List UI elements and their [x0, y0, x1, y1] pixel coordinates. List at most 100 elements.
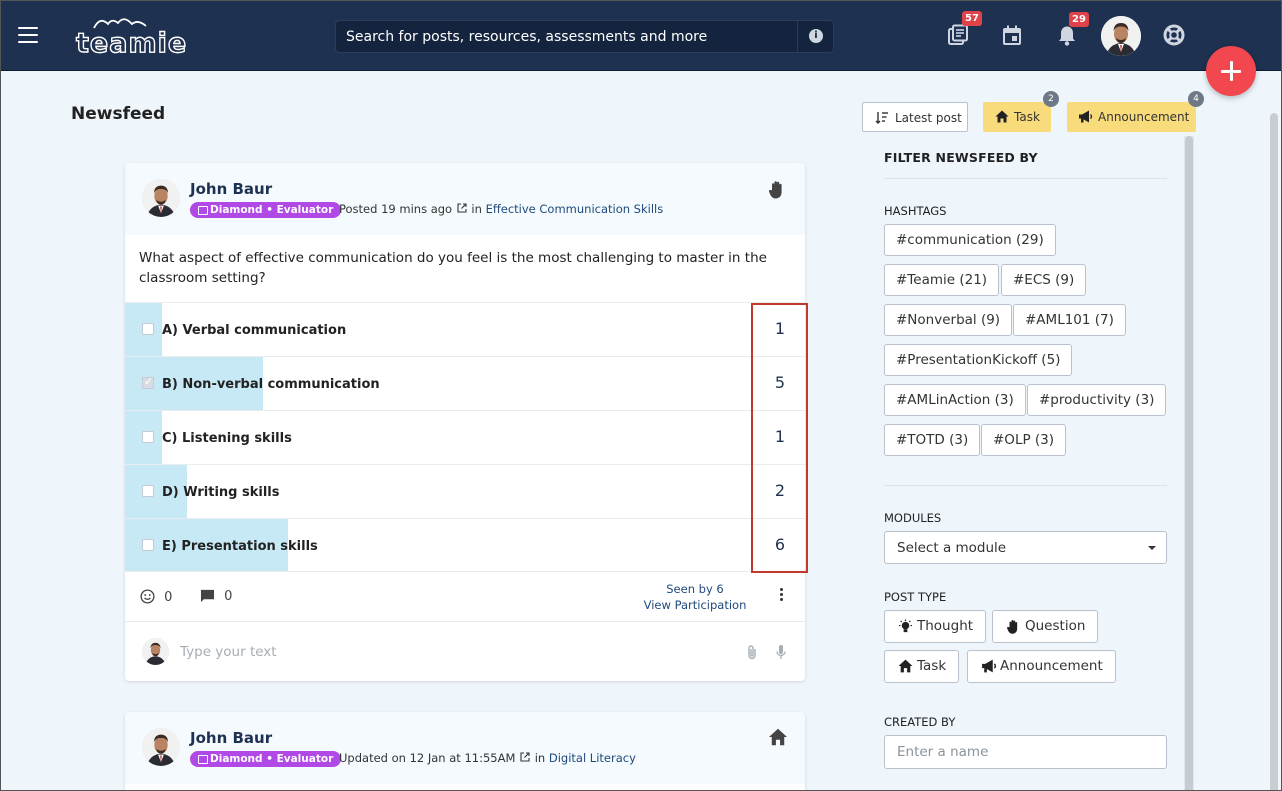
hashtag-chip[interactable]: #PresentationKickoff (5)	[884, 344, 1073, 376]
question-hand-icon	[768, 181, 782, 199]
hashtag-chip[interactable]: #productivity (3)	[1027, 384, 1167, 416]
post-time[interactable]: Posted 19 mins ago	[339, 202, 452, 216]
poll-option-label: A) Verbal communication	[162, 323, 347, 338]
post-type-task-button[interactable]: Task	[884, 650, 960, 683]
search-input[interactable]: Search for posts, resources, assessments…	[346, 29, 707, 45]
filter-task-button[interactable]: Task 2	[983, 91, 1059, 132]
hashtag-chip[interactable]: #AML101 (7)	[1013, 304, 1126, 336]
hashtag-chip[interactable]: #communication (29)	[884, 224, 1056, 256]
filter-announcement-button[interactable]: Announcement 4	[1067, 91, 1204, 132]
scrollbar-thumb[interactable]	[1185, 136, 1193, 791]
page-title: Newsfeed	[71, 104, 166, 124]
module-select[interactable]: Select a module	[884, 531, 1167, 564]
post-time[interactable]: Updated on 12 Jan at 11:55AM	[339, 751, 515, 765]
external-link-icon[interactable]	[520, 752, 530, 762]
hamburger-menu-icon[interactable]	[18, 27, 38, 43]
post-type-announcement-button[interactable]: Announcement	[967, 650, 1116, 683]
post-type-label: Announcement	[1000, 658, 1103, 674]
poll-option-row[interactable]: B) Non-verbal communication5	[125, 356, 805, 410]
hashtag-chip[interactable]: #Teamie (21)	[884, 264, 1000, 296]
seen-count[interactable]: Seen by 6	[630, 581, 760, 597]
hashtag-chip[interactable]: #AMLinAction (3)	[884, 384, 1026, 416]
sort-icon	[875, 112, 888, 124]
reply-box: Type your text	[125, 621, 805, 681]
view-participation-link[interactable]: View Participation	[630, 597, 760, 613]
page-scrollbar[interactable]	[1270, 113, 1278, 791]
create-post-fab-button[interactable]	[1206, 46, 1256, 96]
poll-option-checkbox[interactable]	[142, 375, 154, 389]
poll-option-row[interactable]: A) Verbal communication 1	[125, 302, 805, 356]
reactions-count: 0	[164, 590, 173, 605]
sort-label: Latest post	[895, 111, 962, 125]
reply-input[interactable]: Type your text	[180, 644, 277, 660]
poll-option-checkbox[interactable]	[142, 323, 154, 335]
filter-title: FILTER NEWSFEED BY	[884, 150, 1038, 165]
poll-option-checkbox[interactable]	[142, 485, 154, 497]
current-user-avatar	[142, 638, 169, 665]
library-books-icon	[948, 24, 968, 45]
smiley-icon	[140, 589, 155, 604]
poll-question: What aspect of effective communication d…	[139, 250, 767, 286]
teamie-logo[interactable]: teamie	[75, 14, 187, 60]
created-by-label: CREATED BY	[884, 715, 956, 729]
reactions-button[interactable]: 0	[140, 589, 172, 605]
help-button[interactable]	[1163, 24, 1189, 50]
poll-option-row[interactable]: E) Presentation skills 6	[125, 518, 805, 572]
bell-icon	[1059, 26, 1075, 46]
author-photo	[142, 728, 180, 766]
sidebar-scrollbar[interactable]	[1184, 136, 1194, 791]
hashtag-chip[interactable]: #OLP (3)	[981, 424, 1067, 456]
comments-button[interactable]: 0	[200, 589, 232, 604]
author-name[interactable]: John Baur	[190, 729, 272, 747]
seen-info: Seen by 6 View Participation	[630, 581, 760, 613]
microphone-icon[interactable]	[776, 644, 786, 660]
announcement-label: Announcement	[1098, 110, 1190, 124]
post-meta: Posted 19 mins ago in Effective Communic…	[339, 202, 663, 216]
top-navigation-bar: teamie Search for posts, resources, asse…	[0, 0, 1282, 71]
sort-latest-post-button[interactable]: Latest post	[862, 102, 968, 132]
home-icon	[995, 110, 1009, 123]
created-by-input[interactable]: Enter a name	[884, 735, 1167, 769]
poll-option-row[interactable]: D) Writing skills 2	[125, 464, 805, 518]
group-link[interactable]: Effective Communication Skills	[486, 202, 664, 216]
vote-count-highlight	[751, 303, 808, 573]
author-avatar[interactable]	[142, 728, 180, 766]
poll-option-row[interactable]: C) Listening skills 1	[125, 410, 805, 464]
user-avatar[interactable]	[1101, 16, 1141, 56]
info-icon: i	[809, 29, 823, 43]
poll-option-checkbox[interactable]	[142, 539, 154, 551]
raised-hand-icon	[1007, 620, 1018, 634]
notifications-button[interactable]: 29	[1057, 12, 1089, 51]
author-name[interactable]: John Baur	[190, 180, 272, 198]
attachment-icon[interactable]	[746, 644, 758, 660]
hashtag-chip[interactable]: #TOTD (3)	[884, 424, 981, 456]
task-count-badge: 2	[1043, 91, 1059, 107]
global-search[interactable]: Search for posts, resources, assessments…	[335, 20, 834, 53]
post-stats: 0 0 Seen by 6 View Participation	[125, 571, 805, 621]
post-card-task: John Baur Diamond • Evaluator Updated on…	[125, 712, 805, 791]
resources-button[interactable]: 57	[947, 11, 982, 50]
group-link[interactable]: Digital Literacy	[549, 751, 636, 765]
calendar-button[interactable]	[1002, 25, 1028, 51]
post-type-label: POST TYPE	[884, 590, 947, 604]
poll-option-label: C) Listening skills	[162, 431, 292, 446]
post-type-thought-button[interactable]: Thought	[884, 610, 987, 643]
more-options-icon[interactable]	[777, 588, 787, 606]
calendar-icon	[1003, 25, 1021, 45]
divider	[884, 485, 1167, 486]
post-card-poll: John Baur Diamond • Evaluator Posted 19 …	[125, 163, 805, 681]
in-label: in	[534, 751, 546, 765]
user-photo	[1101, 16, 1141, 56]
post-type-question-button[interactable]: Question	[992, 610, 1099, 643]
hashtag-chip[interactable]: #ECS (9)	[1001, 264, 1087, 296]
search-info-button[interactable]: i	[797, 21, 833, 52]
announcement-count-badge: 4	[1188, 91, 1204, 107]
lightbulb-icon	[898, 619, 913, 633]
hashtag-chip[interactable]: #Nonverbal (9)	[884, 304, 1013, 336]
external-link-icon[interactable]	[457, 203, 467, 213]
poll-option-label: D) Writing skills	[162, 485, 280, 500]
poll-option-checkbox[interactable]	[142, 431, 154, 443]
resources-count-badge: 57	[962, 11, 982, 26]
task-label: Task	[1014, 110, 1040, 124]
author-avatar[interactable]	[142, 179, 180, 217]
